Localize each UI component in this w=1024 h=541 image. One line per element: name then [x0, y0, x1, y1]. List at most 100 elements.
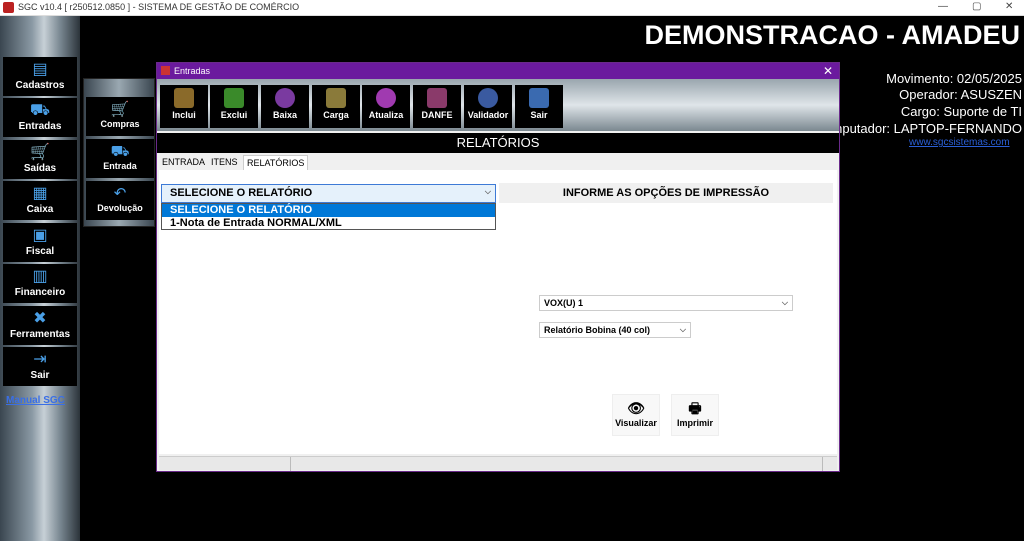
inclui-button[interactable]: Inclui: [160, 85, 208, 128]
tab-itens[interactable]: ITENS: [208, 155, 241, 169]
format-select[interactable]: Relatório Bobina (40 col) ⌵: [539, 322, 691, 338]
entradas-dialog: Entradas ✕ Inclui Exclui Baixa Carga Atu…: [156, 62, 840, 472]
submenu-item-label: Compras: [100, 119, 140, 129]
sidebar-item-fiscal[interactable]: ▣ Fiscal: [3, 223, 77, 262]
window-title: SGC v10.4 [ r250512.0850 ] - SISTEMA DE …: [18, 2, 300, 12]
entradas-submenu: 🛒 Compras ⛟ Entrada ↶ Devolução: [83, 78, 155, 227]
sidebar-item-financeiro[interactable]: ▥ Financeiro: [3, 264, 77, 303]
printer-icon: 🖶: [688, 400, 702, 416]
add-document-icon: [174, 88, 194, 108]
download-icon: [326, 88, 346, 108]
submenu-item-devolucao[interactable]: ↶ Devolução: [86, 181, 154, 220]
invoice-icon: [427, 88, 447, 108]
chevron-down-icon: ⌵: [679, 325, 686, 334]
sidebar-item-label: Caixa: [26, 204, 54, 215]
tools-icon: ✖: [33, 310, 47, 327]
truck-icon: ⛟: [110, 143, 130, 160]
sidebar-item-cadastros[interactable]: ▤ Cadastros: [3, 57, 77, 96]
toolbar-label: Atualiza: [368, 110, 404, 120]
app-logo-icon: [161, 66, 170, 75]
status-divider: [290, 457, 291, 471]
close-window-button[interactable]: ✕: [1005, 1, 1013, 12]
sidebar-item-sair[interactable]: ⇥ Sair: [3, 347, 77, 386]
finance-icon: ▥: [32, 268, 48, 285]
sidebar-item-label: Cadastros: [15, 80, 65, 91]
exclui-button[interactable]: Exclui: [210, 85, 258, 128]
carga-button[interactable]: Carga: [312, 85, 360, 128]
maximize-button[interactable]: ▢: [972, 1, 981, 12]
document-icon: ▣: [32, 227, 48, 244]
validator-globe-icon: [478, 88, 498, 108]
imprimir-button[interactable]: 🖶 Imprimir: [671, 394, 719, 436]
eye-icon: 👁: [627, 400, 645, 416]
toolbar-label: Inclui: [172, 110, 196, 120]
exit-door-icon: [529, 88, 549, 108]
app-logo-icon: [3, 2, 14, 13]
toolbar-label: Carga: [323, 110, 349, 120]
submenu-item-label: Entrada: [103, 161, 137, 171]
toolbar-label: Sair: [530, 110, 548, 120]
format-select-value: Relatório Bobina (40 col): [544, 325, 651, 335]
company-title: DEMONSTRACAO - AMADEU: [644, 20, 1020, 50]
sidebar-item-label: Fiscal: [25, 246, 55, 257]
toolbar-label: Validador: [467, 110, 509, 120]
sidebar-item-label: Financeiro: [14, 287, 66, 298]
atualiza-button[interactable]: Atualiza: [362, 85, 410, 128]
delete-document-icon: [224, 88, 244, 108]
sidebar-item-entradas[interactable]: ⛟ Entradas: [3, 98, 77, 137]
sidebar-item-label: Entradas: [18, 121, 62, 132]
tab-relatorios[interactable]: RELATÓRIOS: [243, 155, 309, 170]
imprimir-label: Imprimir: [676, 418, 713, 428]
manual-sgc-link[interactable]: Manual SGC: [6, 395, 65, 406]
submenu-item-entrada[interactable]: ⛟ Entrada: [86, 139, 154, 178]
return-arrow-icon: ↶: [113, 185, 127, 202]
window-titlebar: SGC v10.4 [ r250512.0850 ] - SISTEMA DE …: [0, 0, 1024, 16]
dialog-titlebar: Entradas ✕: [157, 63, 839, 79]
sair-button[interactable]: Sair: [515, 85, 563, 128]
sidebar-item-label: Saídas: [23, 163, 57, 174]
sidebar: ▤ Cadastros ⛟ Entradas 🛒 Saídas ▦ Caixa …: [0, 16, 80, 541]
operador-name: Operador: ASUSZEN: [899, 87, 1022, 102]
exit-icon: ⇥: [33, 351, 47, 368]
computador-label: nputador: LAPTOP-FERNANDO: [835, 121, 1022, 136]
chevron-down-icon: ⌵: [781, 298, 788, 307]
report-select-value: SELECIONE O RELATÓRIO: [170, 187, 313, 199]
print-options-header: INFORME AS OPÇÕES DE IMPRESSÃO: [499, 183, 833, 203]
truck-icon: ⛟: [29, 102, 51, 119]
report-option[interactable]: 1-Nota de Entrada NORMAL/XML: [162, 217, 495, 230]
baixa-button[interactable]: Baixa: [261, 85, 309, 128]
website-link[interactable]: www.sgcsistemas.com: [909, 137, 1010, 148]
dialog-toolbar: Inclui Exclui Baixa Carga Atualiza DANFE…: [157, 79, 839, 131]
sidebar-item-caixa[interactable]: ▦ Caixa: [3, 181, 77, 220]
minimize-button[interactable]: —: [938, 1, 948, 12]
movimento-date: Movimento: 02/05/2025: [886, 71, 1022, 86]
cargo-label: Cargo: Suporte de TI: [900, 104, 1022, 119]
relatorios-panel: SELECIONE O RELATÓRIO ⌵ SELECIONE O RELA…: [159, 170, 837, 454]
sidebar-item-saidas[interactable]: 🛒 Saídas: [3, 140, 77, 179]
toolbar-label: Baixa: [272, 110, 298, 120]
visualizar-label: Visualizar: [615, 418, 657, 428]
list-icon: ▤: [32, 61, 48, 78]
chevron-down-icon: ⌵: [484, 187, 491, 196]
report-dropdown-list: SELECIONE O RELATÓRIO 1-Nota de Entrada …: [161, 203, 496, 230]
sidebar-item-ferramentas[interactable]: ✖ Ferramentas: [3, 306, 77, 345]
danfe-button[interactable]: DANFE: [413, 85, 461, 128]
dialog-title: Entradas: [174, 66, 211, 76]
printer-select[interactable]: VOX(U) 1 ⌵: [539, 295, 793, 311]
toolbar-label: DANFE: [421, 110, 453, 120]
validador-button[interactable]: Validador: [464, 85, 512, 128]
submenu-item-compras[interactable]: 🛒 Compras: [86, 97, 154, 136]
status-divider: [822, 457, 823, 471]
sidebar-item-label: Sair: [30, 370, 50, 381]
status-bar: [159, 456, 837, 471]
sidebar-item-label: Ferramentas: [9, 329, 71, 340]
cart-icon: 🛒: [110, 101, 130, 118]
cart-icon: 🛒: [30, 144, 50, 161]
report-select[interactable]: SELECIONE O RELATÓRIO ⌵: [161, 184, 496, 203]
section-header: RELATÓRIOS: [157, 133, 839, 153]
refresh-globe-icon: [376, 88, 396, 108]
report-option[interactable]: SELECIONE O RELATÓRIO: [162, 204, 495, 217]
visualizar-button[interactable]: 👁 Visualizar: [612, 394, 660, 436]
dialog-close-button[interactable]: ✕: [823, 64, 833, 78]
tab-entrada[interactable]: ENTRADA: [159, 155, 208, 169]
